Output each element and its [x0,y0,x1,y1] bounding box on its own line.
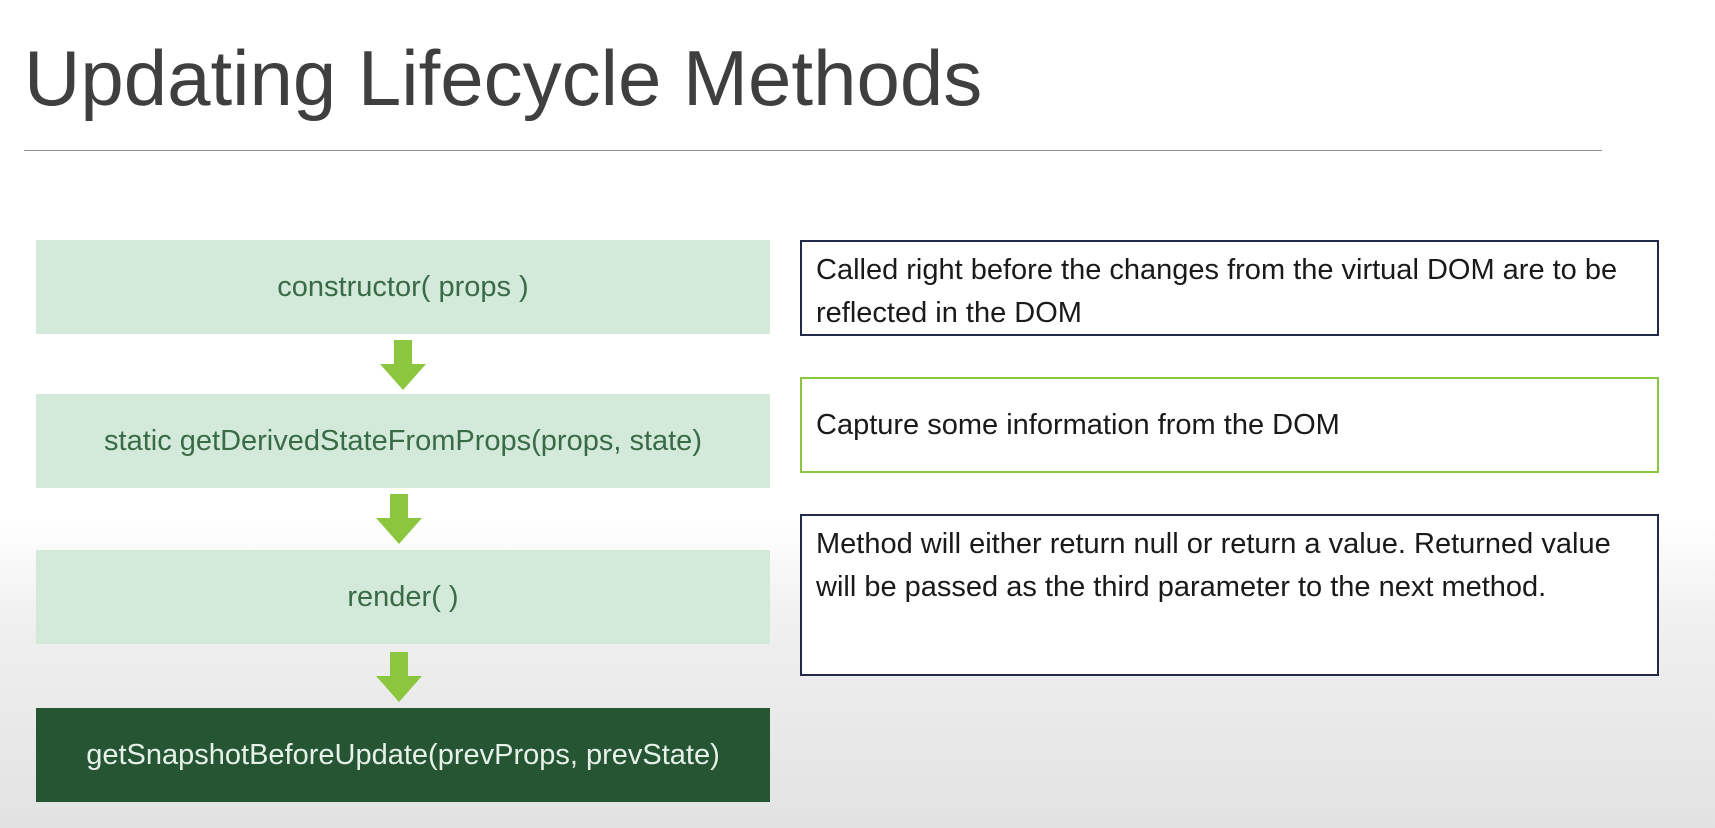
method-box-get-derived-state-from-props: static getDerivedStateFromProps(props, s… [36,394,770,488]
down-arrow-icon [380,340,426,390]
description-return-value: Method will either return null or return… [800,514,1659,676]
method-box-constructor: constructor( props ) [36,240,770,334]
method-box-get-snapshot-before-update: getSnapshotBeforeUpdate(prevProps, prevS… [36,708,770,802]
description-capture-dom-info: Capture some information from the DOM [800,377,1659,473]
down-arrow-icon [376,652,422,702]
title-divider [24,150,1602,151]
down-arrow-icon [376,494,422,544]
method-box-render: render( ) [36,550,770,644]
slide-title: Updating Lifecycle Methods [24,34,983,122]
description-called-before-dom-update: Called right before the changes from the… [800,240,1659,336]
